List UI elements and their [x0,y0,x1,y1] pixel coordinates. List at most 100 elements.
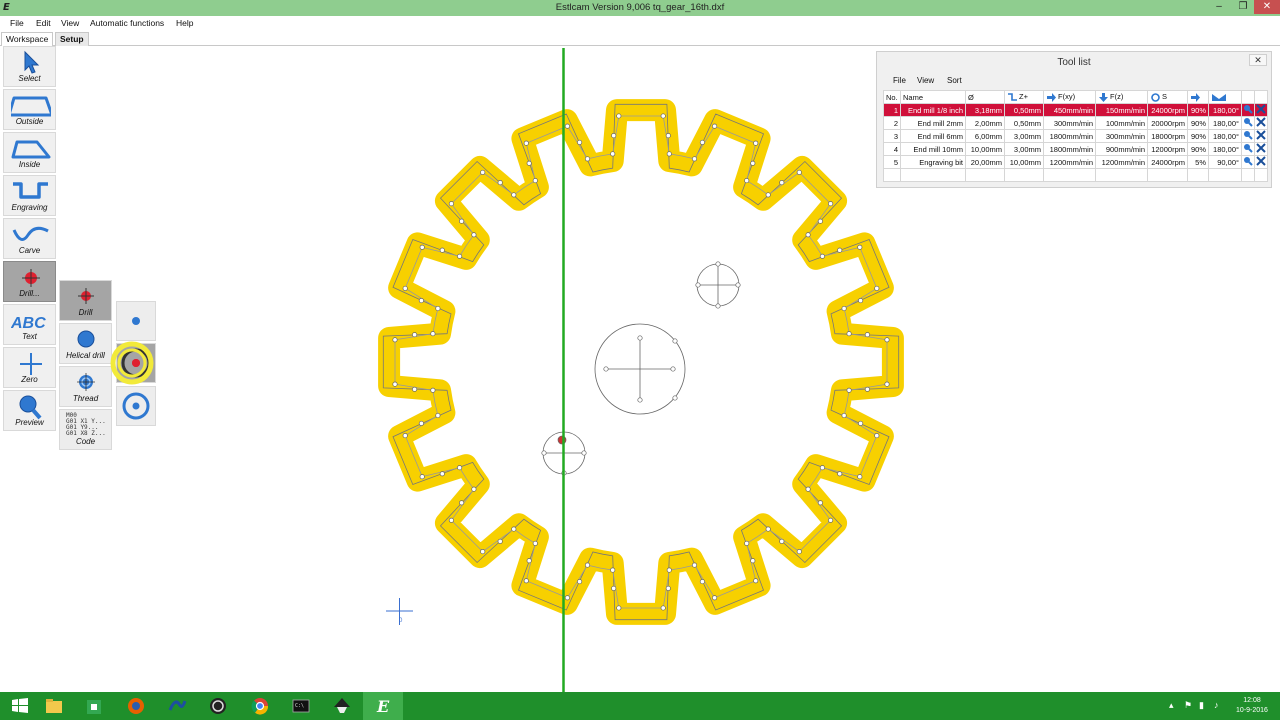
text-tool-button[interactable]: ABC Text [3,304,56,345]
store-button[interactable] [74,692,114,720]
col-fxy[interactable]: F(xy) [1043,90,1096,104]
edit-tool-icon[interactable] [1241,116,1255,130]
drill-option-ring[interactable] [116,386,156,426]
edit-tool-icon[interactable] [1241,129,1255,143]
center-hole-node [672,338,678,344]
engraving-tool-button[interactable]: Engraving [3,175,56,216]
tool-cell-fz: 1200mm/min [1095,155,1148,169]
step-down-icon [1008,92,1017,101]
gear-vertex-node [610,151,616,157]
menu-automatic-functions[interactable]: Automatic functions [90,18,164,28]
obs-button[interactable] [198,692,238,720]
menu-edit[interactable]: Edit [36,18,51,28]
arrow-icon [24,50,40,74]
rotate-icon [1151,92,1160,102]
tool-row[interactable]: 2 End mill 2mm 2,00mm 0,50mm 300mm/min 100mm/… [883,116,1268,130]
delete-tool-icon[interactable] [1254,116,1268,130]
tray-network-icon[interactable]: ▮ [1199,700,1204,711]
gear-vertex-node [459,218,465,224]
gear-vertex-node [402,433,408,439]
tool-cell-zplus: 3,00mm [1004,129,1044,143]
inkscape-button[interactable] [322,692,362,720]
drill-tool-button[interactable]: Drill... [3,261,56,302]
tool-cell-s: 24000rpm [1147,155,1188,169]
center-hole-node [670,366,676,372]
col-diameter[interactable]: Ø [965,90,1005,104]
delete-tool-icon[interactable] [1254,129,1268,143]
gear-vertex-node [874,433,880,439]
gear-vertex-node [448,201,454,207]
tab-setup[interactable]: Setup [55,32,89,46]
gear-vertex-node [532,540,538,546]
menu-file[interactable]: File [10,18,24,28]
tool-list-menu-view[interactable]: View [917,76,934,85]
col-name[interactable]: Name [900,90,966,104]
tool-cell-name: End mill 1/8 inch [900,103,966,117]
taskbar-clock[interactable]: 12:08 10-9-2016 [1232,696,1272,716]
col-angle[interactable] [1208,90,1242,104]
drill-submenu-thread[interactable]: Thread [59,366,112,407]
drill-submenu-drill[interactable]: Drill [59,280,112,321]
select-tool-button[interactable]: Select [3,46,56,87]
tool-list-close-button[interactable]: ✕ [1249,54,1267,66]
gear-vertex-node [837,471,843,477]
inside-tool-button[interactable]: Inside [3,132,56,173]
drill-submenu-code[interactable]: M00 G01 X1 Y... G01 Y9... G01 X8 Z... Co… [59,409,112,450]
gear-vertex-node [753,578,759,584]
tool-cell-pct: 90% [1187,129,1209,143]
delete-tool-icon[interactable] [1254,103,1268,117]
delete-tool-icon[interactable] [1254,142,1268,156]
estlcam-button[interactable]: E [363,692,403,720]
col-spindle[interactable]: S [1147,90,1188,104]
col-no[interactable]: No. [883,90,901,104]
engraving-icon [13,182,48,199]
tool-list-menu-sort[interactable]: Sort [947,76,962,85]
delete-tool-icon[interactable] [1254,155,1268,169]
tool-cell-no: 3 [883,129,901,143]
maximize-button[interactable]: ❐ [1231,0,1255,14]
tray-volume-icon[interactable]: ♪ [1214,700,1219,710]
carve-tool-button[interactable]: Carve [3,218,56,259]
gear-vertex-node [584,156,591,162]
close-button[interactable]: ✕ [1254,0,1280,14]
col-fz[interactable]: F(z) [1095,90,1148,104]
firefox-button[interactable] [116,692,156,720]
chrome-button[interactable] [240,692,280,720]
drill-submenu-helical[interactable]: Helical drill [59,323,112,364]
cmd-button[interactable]: C:\ [281,692,321,720]
file-explorer-button[interactable] [34,692,74,720]
gear-vertex-node [753,140,759,146]
zero-tool-button[interactable]: Zero [3,347,56,388]
edit-tool-icon[interactable] [1241,103,1255,117]
col-delete [1254,90,1268,104]
tool-list-menu-file[interactable]: File [893,76,906,85]
tray-action-center-icon[interactable]: ⚑ [1184,700,1192,711]
col-zplus[interactable]: Z+ [1004,90,1044,104]
tool-row[interactable]: 5 Engraving bit 20,00mm 10,00mm 1200mm/min 12… [883,155,1268,169]
tool-row[interactable]: 3 End mill 6mm 6,00mm 3,00mm 1800mm/min 300mm… [883,129,1268,143]
gear-vertex-node [457,253,463,259]
tab-workspace[interactable]: Workspace [1,32,54,46]
gear-vertex-node [765,192,771,198]
menu-view[interactable]: View [61,18,79,28]
tool-row[interactable]: 1 End mill 1/8 inch 3,18mm 0,50mm 450mm/min 1… [883,103,1268,117]
edit-tool-icon[interactable] [1241,142,1255,156]
drill-option-point[interactable] [116,301,156,341]
menu-help[interactable]: Help [176,18,193,28]
tool-row[interactable]: 4 End mill 10mm 10,00mm 3,00mm 1800mm/min 900… [883,142,1268,156]
vectric-button[interactable] [157,692,197,720]
gear-vertex-node [817,500,823,506]
preview-tool-button[interactable]: Preview [3,390,56,431]
tool-cell-s: 12000rpm [1147,142,1188,156]
gear-vertex-node [744,178,750,184]
minimize-button[interactable]: – [1207,0,1231,14]
outside-tool-button[interactable]: Outside [3,89,56,130]
tray-chevron-icon[interactable]: ▴ [1169,700,1174,711]
tool-cell-angle: 180,00° [1208,129,1242,143]
gear-vertex-node [577,579,583,585]
edit-tool-icon[interactable] [1241,155,1255,169]
drill-submenu-helical-label: Helical drill [66,351,105,360]
gear-vertex-node [419,244,425,250]
col-plunge[interactable] [1187,90,1209,104]
tool-cell-angle: 180,00° [1208,116,1242,130]
